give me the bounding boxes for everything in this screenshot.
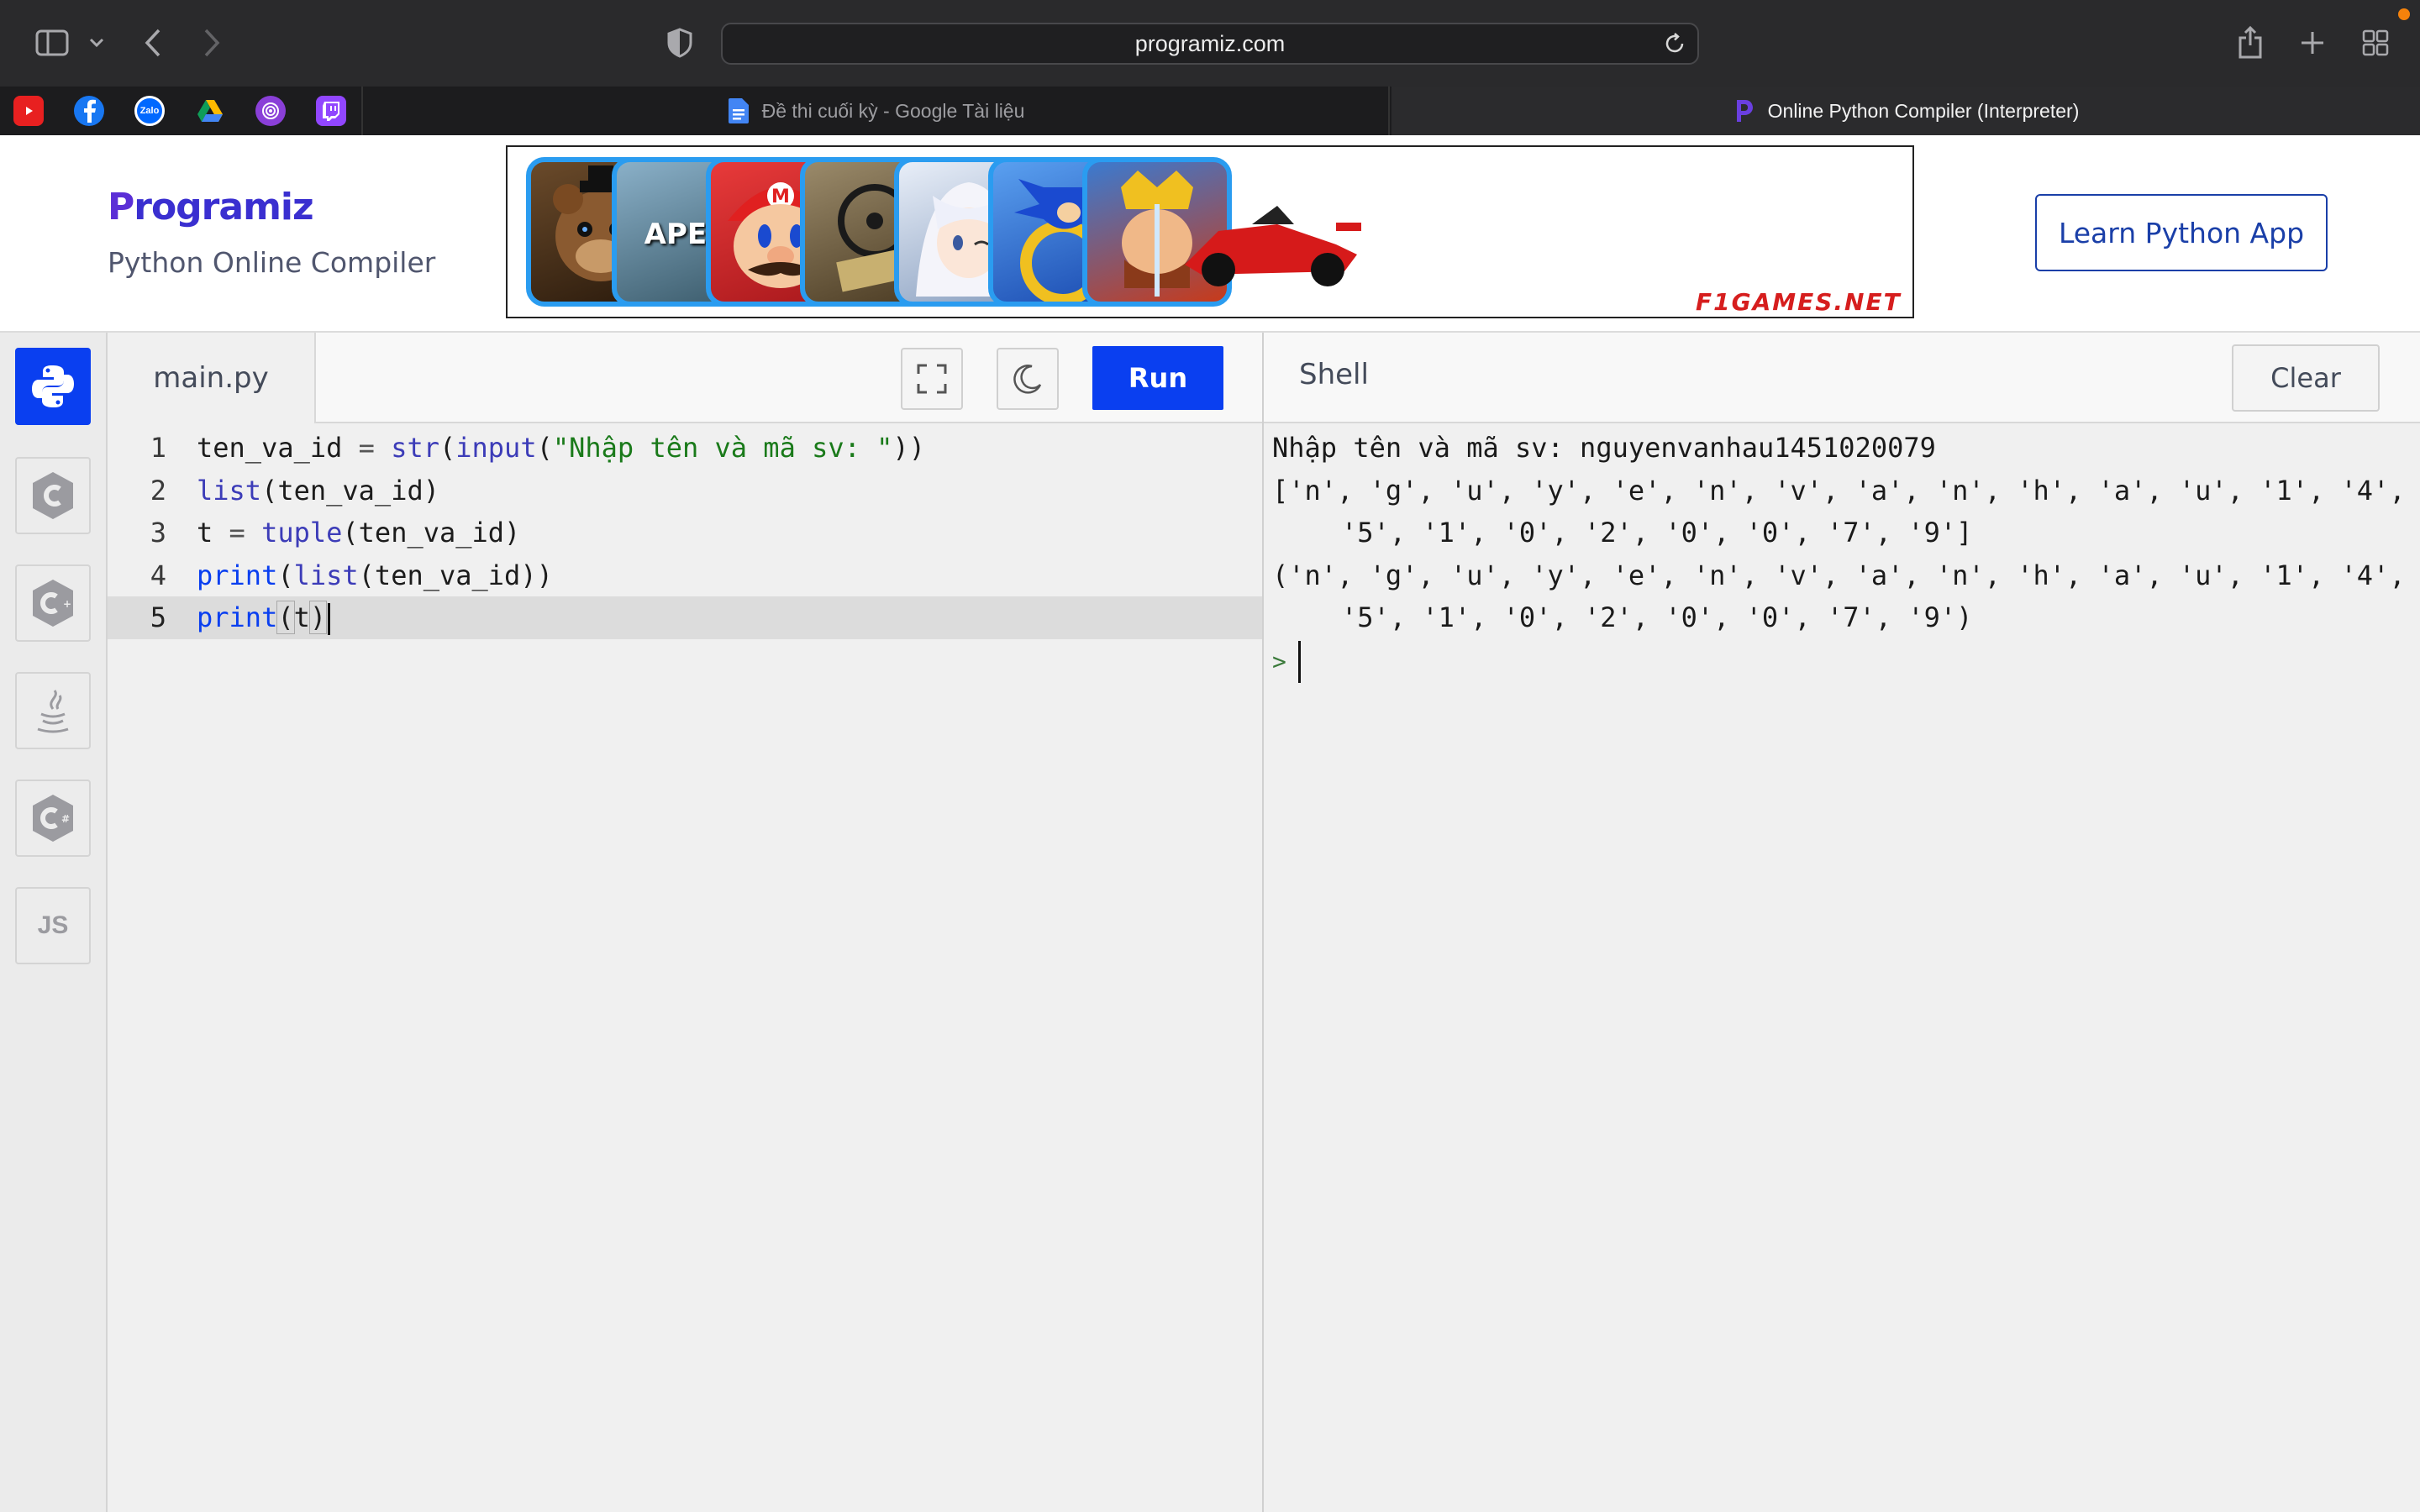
- zalo-label: Zalo: [139, 106, 160, 116]
- line-number: 2: [150, 474, 166, 507]
- line-number: 5: [150, 601, 166, 633]
- language-sidebar: + # JS: [0, 333, 108, 1512]
- page-subtitle: Python Online Compiler: [108, 246, 436, 279]
- podcasts-icon[interactable]: [255, 96, 286, 126]
- output-line: '5', '1', '0', '2', '0', '0', '7', '9'): [1341, 601, 1973, 633]
- url-text[interactable]: programiz.com: [723, 24, 1697, 63]
- shell-input-line[interactable]: >: [1272, 639, 2415, 684]
- tab-title: Online Python Compiler (Interpreter): [1767, 99, 2080, 122]
- zalo-icon[interactable]: Zalo: [134, 96, 165, 126]
- logo-letter-p: P: [108, 186, 134, 228]
- cpp-icon[interactable]: +: [15, 564, 91, 642]
- reload-icon[interactable]: [1660, 29, 1689, 58]
- code-area[interactable]: 1 ten_va_id = str(input("Nhập tên và mã …: [108, 427, 1262, 639]
- dark-mode-moon-icon[interactable]: [997, 348, 1059, 410]
- line-number: 4: [150, 559, 166, 591]
- shell-cursor: [1297, 640, 1301, 683]
- output-line: ['n', 'g', 'u', 'y', 'e', 'n', 'v', 'a',…: [1272, 474, 2406, 507]
- js-icon[interactable]: JS: [15, 887, 91, 964]
- shell-output[interactable]: Nhập tên và mã sv: nguyenvanhau145102007…: [1272, 427, 2415, 683]
- c-icon[interactable]: [15, 457, 91, 534]
- code-line-active[interactable]: 5 print(t): [108, 596, 1262, 639]
- programiz-favicon: [1733, 98, 1756, 123]
- google-docs-icon: [727, 98, 750, 123]
- run-button[interactable]: Run: [1092, 346, 1223, 410]
- editor-toolbar: main.py Run: [108, 333, 1262, 423]
- output-line: '5', '1', '0', '2', '0', '0', '7', '9']: [1341, 517, 1973, 549]
- sidebar-toggle-icon[interactable]: [30, 24, 74, 62]
- logo-text: rogramiz: [134, 186, 313, 228]
- clear-button[interactable]: Clear: [2232, 344, 2380, 412]
- code-editor-panel: main.py Run 1 ten_va_id = str(input("Nhậ…: [108, 333, 1262, 1512]
- output-line: ('n', 'g', 'u', 'y', 'e', 'n', 'v', 'a',…: [1272, 559, 2406, 591]
- shell-title: Shell: [1299, 358, 1369, 391]
- file-tab-main-py[interactable]: main.py: [108, 333, 316, 423]
- address-bar[interactable]: programiz.com: [721, 23, 1699, 65]
- shell-toolbar: Shell Clear: [1264, 333, 2420, 423]
- line-number: 1: [150, 432, 166, 464]
- python-icon[interactable]: [15, 348, 91, 425]
- svg-text:+: +: [63, 598, 71, 610]
- ad-brand-text: F1GAMES.NET: [1696, 288, 1902, 316]
- tab-overview-icon[interactable]: [2356, 22, 2395, 64]
- shell-panel: Shell Clear Nhập tên và mã sv: nguyenvan…: [1262, 333, 2420, 1512]
- privacy-shield-icon[interactable]: [660, 24, 699, 62]
- js-label: JS: [37, 911, 69, 939]
- tab-google-docs[interactable]: Đề thi cuối kỳ - Google Tài liệu: [363, 87, 1390, 135]
- output-line: Nhập tên và mã sv: nguyenvanhau145102007…: [1272, 432, 1936, 464]
- code-line[interactable]: 2 list(ten_va_id): [108, 470, 1262, 512]
- share-icon[interactable]: [2232, 20, 2269, 64]
- youtube-icon[interactable]: [13, 96, 44, 126]
- svg-text:#: #: [61, 813, 70, 825]
- tab-programiz[interactable]: Online Python Compiler (Interpreter): [1392, 87, 2420, 135]
- browser-toolbar: programiz.com: [0, 0, 2420, 87]
- page-header: Programiz Python Online Compiler APEX M …: [0, 135, 2420, 333]
- csharp-icon[interactable]: #: [15, 780, 91, 857]
- learn-python-app-button[interactable]: Learn Python App: [2035, 194, 2328, 271]
- forward-arrow-icon[interactable]: [193, 22, 230, 64]
- google-drive-icon[interactable]: [195, 96, 225, 126]
- game-ad-banner[interactable]: APEX M F1GAMES.NET: [506, 145, 1914, 318]
- shell-prompt: >: [1272, 647, 1286, 675]
- code-line[interactable]: 1 ten_va_id = str(input("Nhập tên và mã …: [108, 427, 1262, 470]
- twitch-icon[interactable]: [316, 96, 346, 126]
- text-cursor: [328, 603, 331, 635]
- tab-title: Đề thi cuối kỳ - Google Tài liệu: [761, 99, 1025, 122]
- tab-bar: Zalo Đề thi cuối kỳ - Google Tài liệu On…: [0, 87, 2420, 135]
- facebook-icon[interactable]: [74, 96, 104, 126]
- chevron-down-icon[interactable]: [84, 25, 109, 60]
- new-tab-plus-icon[interactable]: [2294, 22, 2331, 64]
- code-line[interactable]: 4 print(list(ten_va_id)): [108, 554, 1262, 597]
- fullscreen-icon[interactable]: [901, 348, 963, 410]
- code-line[interactable]: 3 t = tuple(ten_va_id): [108, 512, 1262, 554]
- java-icon[interactable]: [15, 672, 91, 749]
- line-number: 3: [150, 517, 166, 549]
- f1-car-icon[interactable]: [1168, 172, 1370, 290]
- back-arrow-icon[interactable]: [134, 22, 171, 64]
- notification-dot: [2398, 8, 2410, 20]
- programiz-logo[interactable]: Programiz: [108, 186, 314, 228]
